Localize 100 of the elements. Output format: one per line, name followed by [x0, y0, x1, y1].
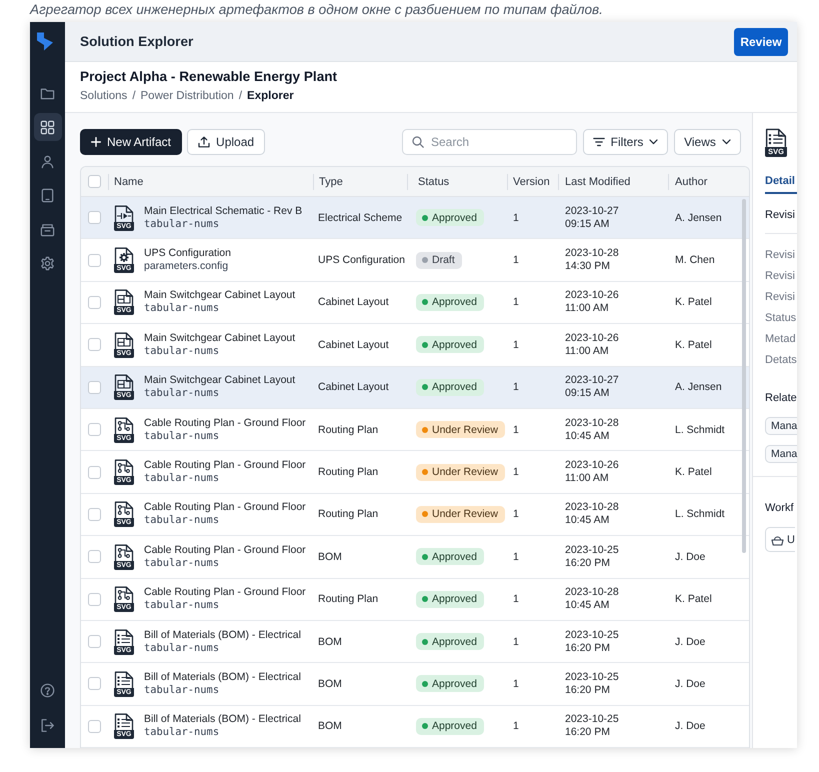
artifact-type: Cabinet Layout: [318, 296, 389, 308]
workflow-button[interactable]: U: [765, 527, 795, 552]
modified-date: 2023-10-26 11:00 AM: [565, 459, 620, 486]
breadcrumb-current: Explorer: [247, 89, 294, 103]
logo-icon: [36, 32, 54, 51]
artifact-name: Bill of Materials (BOM) - Electrical: [144, 628, 301, 642]
status-label: Under Review: [432, 424, 498, 436]
column-header: Version: [513, 176, 550, 188]
version-number: 1: [513, 296, 519, 308]
modified-date: 2023-10-28 10:45 AM: [565, 586, 620, 612]
tablet-icon: [40, 188, 55, 202]
artifact-type: UPS Configuration: [318, 254, 405, 266]
file-name: tabular-nums: [144, 472, 220, 486]
row-checkbox[interactable]: [88, 380, 101, 394]
breadcrumb-link[interactable]: Solutions: [80, 89, 128, 103]
author-name: K. Patel: [675, 296, 712, 308]
file-name: tabular-nums: [144, 642, 220, 655]
circuit-document-icon: [114, 204, 134, 222]
status-dot-icon: [422, 299, 428, 306]
field-label: Revisi: [765, 270, 795, 283]
section-heading: Relate: [765, 392, 797, 405]
version-number: 1: [513, 381, 519, 394]
file-name: parameters.config: [144, 260, 228, 274]
version-number: 1: [513, 678, 519, 690]
status-dot-icon: [422, 638, 428, 645]
upload-button[interactable]: Upload: [187, 129, 266, 155]
details-tab[interactable]: Detail: [765, 171, 797, 194]
status-label: Approved: [432, 636, 477, 648]
artifact-name: Cable Routing Plan - Ground Floor: [144, 501, 306, 514]
scrollbar-thumb[interactable]: [742, 199, 746, 553]
artifact-name: Cable Routing Plan - Ground Floor: [144, 416, 306, 430]
modified-date: 2023-10-26 11:00 AM: [565, 332, 620, 358]
row-checkbox[interactable]: [88, 296, 101, 309]
row-checkbox[interactable]: [88, 466, 101, 479]
author-name: L. Schmidt: [675, 508, 725, 520]
status-label: Under Review: [432, 466, 498, 478]
modified-date: 2023-10-28 10:45 AM: [565, 501, 620, 528]
column-header: Type: [319, 176, 343, 188]
row-checkbox[interactable]: [88, 254, 101, 267]
status-label: Approved: [432, 212, 477, 224]
version-number: 1: [513, 593, 519, 606]
row-checkbox[interactable]: [88, 423, 101, 436]
status-dot-icon: [422, 554, 428, 560]
modified-date: 2023-10-27 09:15 AM: [565, 374, 620, 400]
row-checkbox[interactable]: [88, 550, 101, 564]
column-header: Name: [114, 176, 144, 188]
version-number: 1: [513, 424, 519, 436]
field-label: Detats: [765, 354, 797, 367]
artifact-type: BOM: [318, 550, 342, 563]
file-name: tabular-nums: [144, 684, 220, 697]
modified-date: 2023-10-27 09:15 AM: [565, 204, 620, 231]
filters-button[interactable]: Filters: [583, 129, 668, 155]
artifact-name: Main Switchgear Cabinet Layout: [144, 332, 296, 345]
row-checkbox[interactable]: [88, 592, 101, 606]
new-artifact-button[interactable]: New Artifact: [80, 129, 182, 155]
settings-icon: [40, 256, 55, 270]
route-document-icon: [114, 459, 134, 476]
chevron-down-icon: [722, 139, 731, 145]
row-checkbox[interactable]: [88, 338, 101, 352]
version-number: 1: [513, 550, 519, 563]
status-dot-icon: [422, 511, 428, 518]
row-checkbox[interactable]: [88, 677, 101, 690]
author-name: J. Doe: [675, 550, 706, 563]
artifact-name: Cable Routing Plan - Ground Floor: [144, 544, 306, 557]
version-number: 1: [513, 466, 519, 478]
list-document-icon: [765, 128, 787, 147]
status-dot-icon: [422, 680, 428, 687]
author-name: A. Jensen: [675, 381, 722, 394]
artifact-type: BOM: [318, 636, 342, 648]
related-item-chip[interactable]: Mana: [765, 445, 798, 463]
author-name: J. Doe: [675, 636, 706, 648]
status-label: Approved: [432, 381, 477, 394]
row-checkbox[interactable]: [88, 508, 101, 521]
grid-icon: [40, 120, 55, 134]
artifact-type: Cabinet Layout: [318, 338, 389, 351]
search-field[interactable]: Search: [402, 129, 577, 155]
field-label: Revisi: [765, 291, 795, 304]
row-checkbox[interactable]: [88, 720, 101, 733]
version-number: 1: [513, 508, 519, 520]
review-button[interactable]: Review: [734, 28, 788, 56]
breadcrumb-separator: /: [238, 89, 242, 103]
layout-document-icon: [114, 374, 134, 392]
sidebar-nav-button[interactable]: [34, 113, 62, 141]
route-document-icon: [114, 501, 134, 518]
author-name: L. Schmidt: [675, 424, 725, 436]
file-name: tabular-nums: [144, 599, 220, 612]
related-item-chip[interactable]: Mana: [765, 417, 798, 435]
layout-document-icon: [114, 289, 134, 306]
list-document-icon: [114, 670, 134, 688]
status-label: Under Review: [432, 508, 498, 520]
views-button[interactable]: Views: [674, 129, 741, 155]
row-checkbox[interactable]: [88, 635, 101, 648]
artifact-name: Main Electrical Schematic - Rev B: [144, 204, 302, 218]
status-dot-icon: [422, 257, 428, 264]
row-checkbox[interactable]: [88, 211, 101, 224]
select-all-checkbox[interactable]: [88, 175, 101, 188]
section-heading: Workf: [765, 502, 794, 515]
author-name: K. Patel: [675, 466, 712, 478]
breadcrumb-separator: /: [132, 89, 136, 103]
breadcrumb-link[interactable]: Power Distribution: [140, 89, 234, 103]
